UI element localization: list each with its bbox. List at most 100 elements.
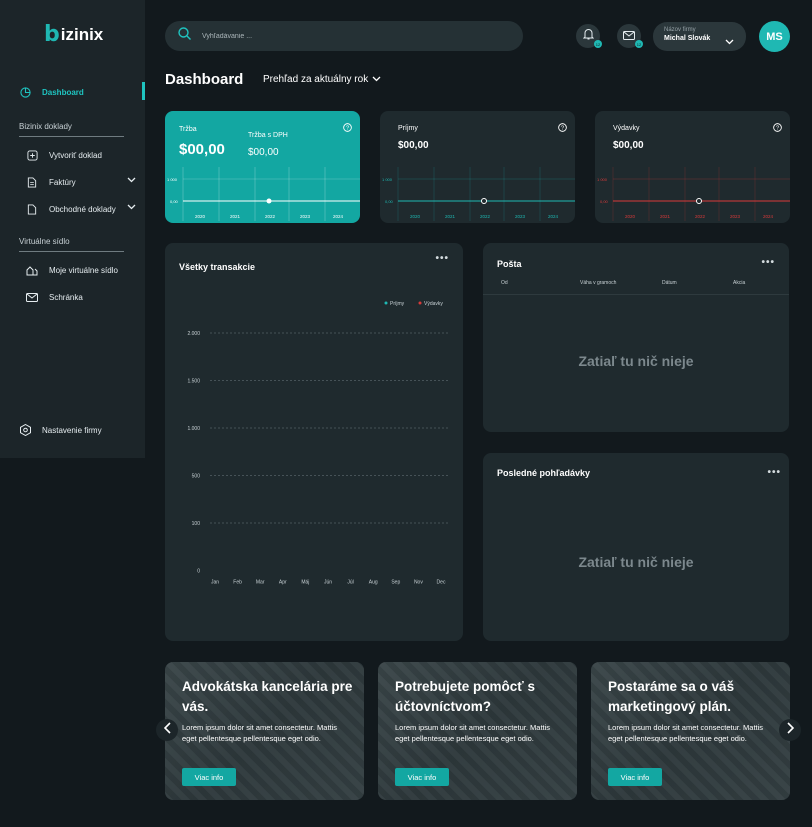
messages-button[interactable]: 12 — [617, 24, 643, 48]
notification-badge: 12 — [594, 40, 602, 48]
file-icon — [26, 203, 38, 215]
mini-x-label: 2024 — [333, 214, 344, 219]
mini-x-label: 2023 — [300, 214, 311, 219]
mail-icon — [26, 291, 38, 303]
mini-x-label: 2022 — [265, 214, 276, 219]
help-icon[interactable]: ? — [558, 119, 567, 137]
kpi-income-card[interactable]: Príjmy $00,00 ? 1 000 0,00 2020 2021 202… — [380, 111, 575, 223]
kpi-value: $00,00 — [398, 140, 429, 151]
kpi-title: Tržba — [179, 126, 197, 133]
promo-body: Lorem ipsum dolor sit amet consectetur. … — [395, 723, 551, 743]
mini-x-label: 2024 — [548, 214, 559, 219]
mini-y-label: 0,00 — [600, 199, 609, 204]
sidebar-item-create[interactable]: Vytvoriť doklad — [0, 145, 145, 165]
sidebar-section-virtual: Virtuálne sídlo — [19, 237, 124, 252]
more-info-button[interactable]: Viac info — [395, 768, 449, 786]
promo-title: Advokátska kancelária pre vás. — [182, 679, 353, 714]
mini-point — [266, 198, 272, 204]
x-tick-label: Máj — [301, 580, 309, 586]
settings-icon — [19, 424, 31, 436]
promo-card[interactable]: Advokátska kancelária pre vás. Lorem ips… — [165, 662, 364, 800]
promo-title: Potrebujete pomôcť s účtovníctvom? — [395, 679, 535, 714]
legend-income-dot — [384, 301, 388, 305]
x-tick-label: Feb — [233, 580, 242, 586]
logo-text: izinix — [60, 24, 104, 44]
sidebar-item-invoices[interactable]: Faktúry — [0, 172, 145, 192]
notifications-button[interactable]: 12 — [576, 24, 602, 48]
col-date: Dátum — [662, 280, 677, 286]
col-from: Od — [501, 280, 508, 286]
x-tick-label: Nov — [414, 580, 423, 586]
mini-point — [481, 198, 487, 204]
search-icon — [178, 27, 191, 45]
kpi-expenses-card[interactable]: Výdavky $00,00 ? 1 000 0,00 2020 2021 20… — [595, 111, 790, 223]
sidebar-item-dashboard[interactable]: Dashboard — [0, 82, 145, 102]
more-info-button[interactable]: Viac info — [182, 768, 236, 786]
chevron-down-icon[interactable] — [127, 176, 136, 185]
mini-grid — [182, 167, 360, 221]
panel-title: Posledné pohľadávky — [497, 468, 590, 478]
carousel-prev-button[interactable] — [156, 719, 178, 741]
x-tick-label: Apr — [279, 580, 287, 586]
transactions-chart: Príjmy Výdavky 2.000 1.500 1.000 500 100 0 Ja… — [187, 301, 450, 586]
carousel-next-button[interactable] — [779, 719, 801, 741]
mini-y-label: 1 000 — [167, 177, 178, 182]
help-icon[interactable]: ? — [343, 119, 352, 137]
more-icon[interactable]: ••• — [761, 257, 775, 268]
building-icon — [26, 264, 38, 276]
empty-state: Zatiaľ tu nič nieje — [578, 554, 694, 570]
promo-title: Postaráme sa o váš marketingový plán. — [608, 679, 735, 714]
kpi-revenue-card[interactable]: Tržba $00,00 Tržba s DPH $00,00 ? 1 000 … — [165, 111, 360, 223]
col-action: Akcia — [733, 280, 746, 286]
transactions-panel: Všetky transakcie ••• Príjmy Výdavky 2.0… — [165, 243, 463, 641]
sidebar-item-mailbox[interactable]: Schránka — [0, 287, 145, 307]
legend-expense-label: Výdavky — [424, 301, 443, 307]
empty-state: Zatiaľ tu nič nieje — [578, 353, 694, 369]
search-input[interactable] — [202, 32, 482, 40]
mini-x-label: 2021 — [660, 214, 671, 219]
x-tick-label: Mar — [256, 580, 265, 586]
y-tick-label: 500 — [192, 474, 201, 480]
kpi-value: $00,00 — [179, 141, 225, 158]
document-icon — [26, 176, 38, 188]
expenses-mini-chart: 1 000 0,00 2020 2021 2022 2023 2024 — [597, 167, 790, 221]
x-tick-label: Sep — [391, 580, 400, 586]
logo[interactable]: b izinix — [44, 22, 103, 47]
sidebar-item-label: Vytvoriť doklad — [49, 150, 102, 160]
mini-x-label: 2021 — [230, 214, 241, 219]
x-tick-label: Jan — [211, 580, 219, 586]
sidebar-item-label: Schránka — [49, 292, 83, 302]
x-tick-label: Dec — [437, 580, 446, 586]
avatar[interactable]: MS — [759, 21, 790, 52]
period-dropdown[interactable]: Prehľad za aktuálny rok — [263, 74, 381, 85]
message-badge: 12 — [635, 40, 643, 48]
sidebar: b izinix Dashboard Bizinix doklady Vytvo… — [0, 0, 145, 458]
help-icon[interactable]: ? — [773, 119, 782, 137]
logo-mark: b — [44, 22, 60, 47]
mini-x-label: 2020 — [195, 214, 206, 219]
sidebar-item-my-virtual[interactable]: Moje virtuálne sídlo — [0, 260, 145, 280]
y-tick-label: 1.000 — [187, 426, 200, 432]
company-selector[interactable]: Názov firmy Michal Slovák — [653, 22, 746, 51]
chevron-down-icon[interactable] — [127, 203, 136, 212]
mini-x-label: 2022 — [695, 214, 706, 219]
y-tick-label: 2.000 — [187, 331, 200, 337]
sidebar-item-business-docs[interactable]: Obchodné doklady — [0, 199, 145, 219]
page-title: Dashboard — [165, 71, 244, 88]
period-label: Prehľad za aktuálny rok — [263, 74, 369, 85]
mini-x-label: 2020 — [625, 214, 636, 219]
sidebar-item-settings[interactable]: Nastavenie firmy — [0, 420, 145, 440]
mail-table-header: Od Váha v gramoch Dátum Akcia — [483, 280, 789, 295]
revenue-mini-chart: 1 000 0,00 2020 2021 2022 2023 2024 — [167, 167, 360, 221]
promo-card[interactable]: Postaráme sa o váš marketingový plán. Lo… — [591, 662, 790, 800]
more-info-button[interactable]: Viac info — [608, 768, 662, 786]
search-bar[interactable] — [165, 21, 523, 51]
mail-panel: Pošta ••• Od Váha v gramoch Dátum Akcia … — [483, 243, 789, 432]
mini-x-label: 2021 — [445, 214, 456, 219]
sidebar-section-doklady: Bizinix doklady — [19, 122, 124, 137]
promo-card[interactable]: Potrebujete pomôcť s účtovníctvom? Lorem… — [378, 662, 577, 800]
panel-title: Pošta — [497, 259, 522, 269]
mini-x-label: 2023 — [515, 214, 526, 219]
chevron-down-icon — [725, 32, 734, 50]
more-icon[interactable]: ••• — [767, 467, 781, 478]
